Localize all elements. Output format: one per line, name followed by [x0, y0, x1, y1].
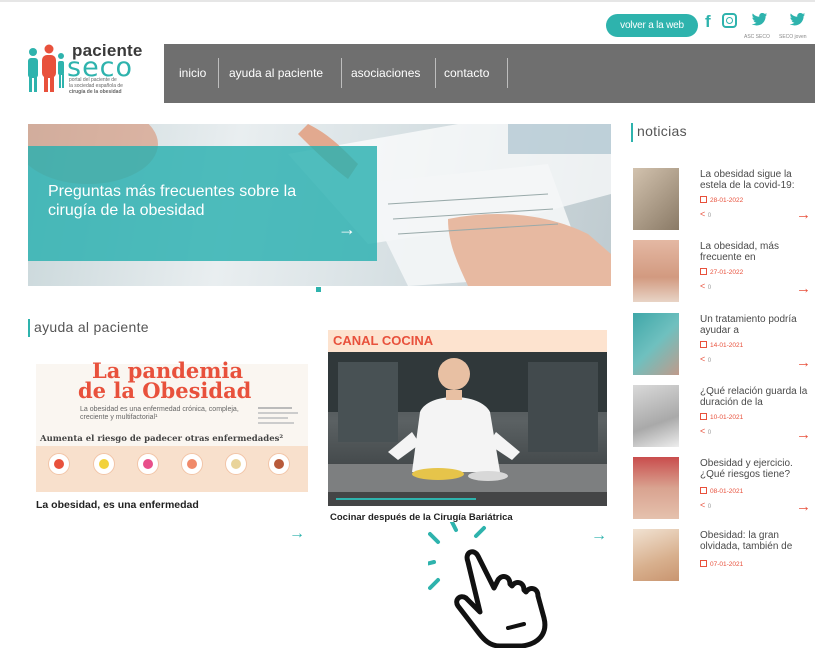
top-divider: [0, 0, 815, 2]
news-date: 14-01-2021: [700, 341, 743, 349]
card-risk-band: [36, 446, 308, 492]
news-item-title[interactable]: ¿Qué relación guarda la duración de la: [700, 386, 812, 408]
news-thumbnail[interactable]: [633, 385, 679, 447]
calendar-icon: [700, 196, 707, 203]
hero-arrow-icon[interactable]: →: [338, 219, 356, 240]
comment-count: 0: [707, 285, 712, 291]
comment-count: 0: [707, 504, 712, 510]
news-arrow-icon[interactable]: →: [796, 354, 811, 371]
video-scene-illustration: [328, 352, 607, 506]
nav-divider: [435, 58, 436, 88]
risk-liver-icon: [268, 453, 290, 475]
pointing-hand-icon: [428, 522, 548, 648]
card-risk-heading: Aumenta el riesgo de padecer otras enfer…: [40, 434, 284, 444]
card-headline-line2: de la Obesidad: [78, 378, 252, 403]
news-date: 27-01-2022: [700, 268, 743, 276]
calendar-icon: [700, 341, 707, 348]
calendar-icon: [700, 560, 707, 567]
risk-drop-icon: [48, 453, 70, 475]
instagram-icon[interactable]: [722, 13, 737, 28]
share-icon[interactable]: < 0: [700, 354, 711, 364]
risk-heart-icon: [137, 453, 159, 475]
news-item-title[interactable]: La obesidad sigue la estela de la covid-…: [700, 169, 812, 191]
hero-title[interactable]: Preguntas más frecuentes sobre la cirugí…: [48, 182, 348, 220]
share-icon[interactable]: < 0: [700, 281, 711, 291]
twitter-label: ASC SECO: [744, 34, 770, 40]
news-date: 07-01-2021: [700, 560, 743, 568]
news-thumbnail[interactable]: [633, 457, 679, 519]
card-label-canal-cocina: CANAL COCINA: [333, 333, 434, 348]
share-icon[interactable]: < 0: [700, 500, 711, 510]
comment-count: 0: [707, 358, 712, 364]
news-date: 28-01-2022: [700, 196, 743, 204]
nav-divider: [507, 58, 508, 88]
twitter-icon[interactable]: [789, 13, 806, 27]
news-arrow-icon[interactable]: →: [796, 280, 811, 297]
news-thumbnail[interactable]: [633, 168, 679, 230]
card-arrow-icon[interactable]: →: [591, 527, 607, 545]
comment-count: 0: [707, 430, 712, 436]
nav-item-ayuda[interactable]: ayuda al paciente: [229, 44, 323, 103]
carousel-indicator[interactable]: [316, 287, 321, 292]
card-caption-obesidad[interactable]: La obesidad, es una enfermedad: [36, 499, 199, 511]
logo-subtitle-line: cirugía de la obesidad: [69, 89, 122, 95]
news-item-title[interactable]: Obesidad y ejercicio. ¿Qué riesgos tiene…: [700, 458, 812, 480]
section-title-noticias: noticias: [637, 123, 687, 139]
share-icon[interactable]: < 0: [700, 426, 711, 436]
news-item-title[interactable]: La obesidad, más frecuente en: [700, 241, 812, 263]
news-item-title[interactable]: Un tratamiento podría ayudar a: [700, 314, 812, 336]
video-thumbnail[interactable]: [328, 352, 607, 506]
twitter-icon[interactable]: [751, 13, 768, 27]
risk-moon-icon: [93, 453, 115, 475]
card-arrow-icon[interactable]: →: [289, 525, 305, 543]
back-to-web-button[interactable]: volver a la web: [606, 14, 698, 37]
risk-joint-icon: [225, 453, 247, 475]
nav-divider: [218, 58, 219, 88]
facebook-icon[interactable]: f: [705, 12, 711, 32]
comment-count: 0: [707, 213, 712, 219]
news-arrow-icon[interactable]: →: [796, 206, 811, 223]
logo-figures-icon: [28, 44, 64, 92]
section-accent-bar: [631, 123, 633, 142]
share-icon[interactable]: < 0: [700, 209, 711, 219]
news-date: 08-01-2021: [700, 487, 743, 495]
news-thumbnail[interactable]: [633, 240, 679, 302]
news-thumbnail[interactable]: [633, 529, 679, 581]
calendar-icon: [700, 268, 707, 275]
card-side-note: [258, 404, 303, 428]
calendar-icon: [700, 487, 707, 494]
news-item-title[interactable]: Obesidad: la gran olvidada, también de: [700, 530, 812, 552]
risk-brain-icon: [181, 453, 203, 475]
news-arrow-icon[interactable]: →: [796, 426, 811, 443]
nav-item-inicio[interactable]: inicio: [179, 44, 206, 103]
news-date: 10-01-2021: [700, 413, 743, 421]
section-title-ayuda: ayuda al paciente: [34, 319, 149, 335]
news-arrow-icon[interactable]: →: [796, 498, 811, 515]
nav-item-asociaciones[interactable]: asociaciones: [351, 44, 420, 103]
news-thumbnail[interactable]: [633, 313, 679, 375]
nav-item-contacto[interactable]: contacto: [444, 44, 489, 103]
section-accent-bar: [28, 319, 30, 337]
card-description: La obesidad es una enfermedad crónica, c…: [80, 406, 239, 421]
nav-divider: [341, 58, 342, 88]
calendar-icon: [700, 413, 707, 420]
twitter-label: SECO joven: [779, 34, 807, 40]
